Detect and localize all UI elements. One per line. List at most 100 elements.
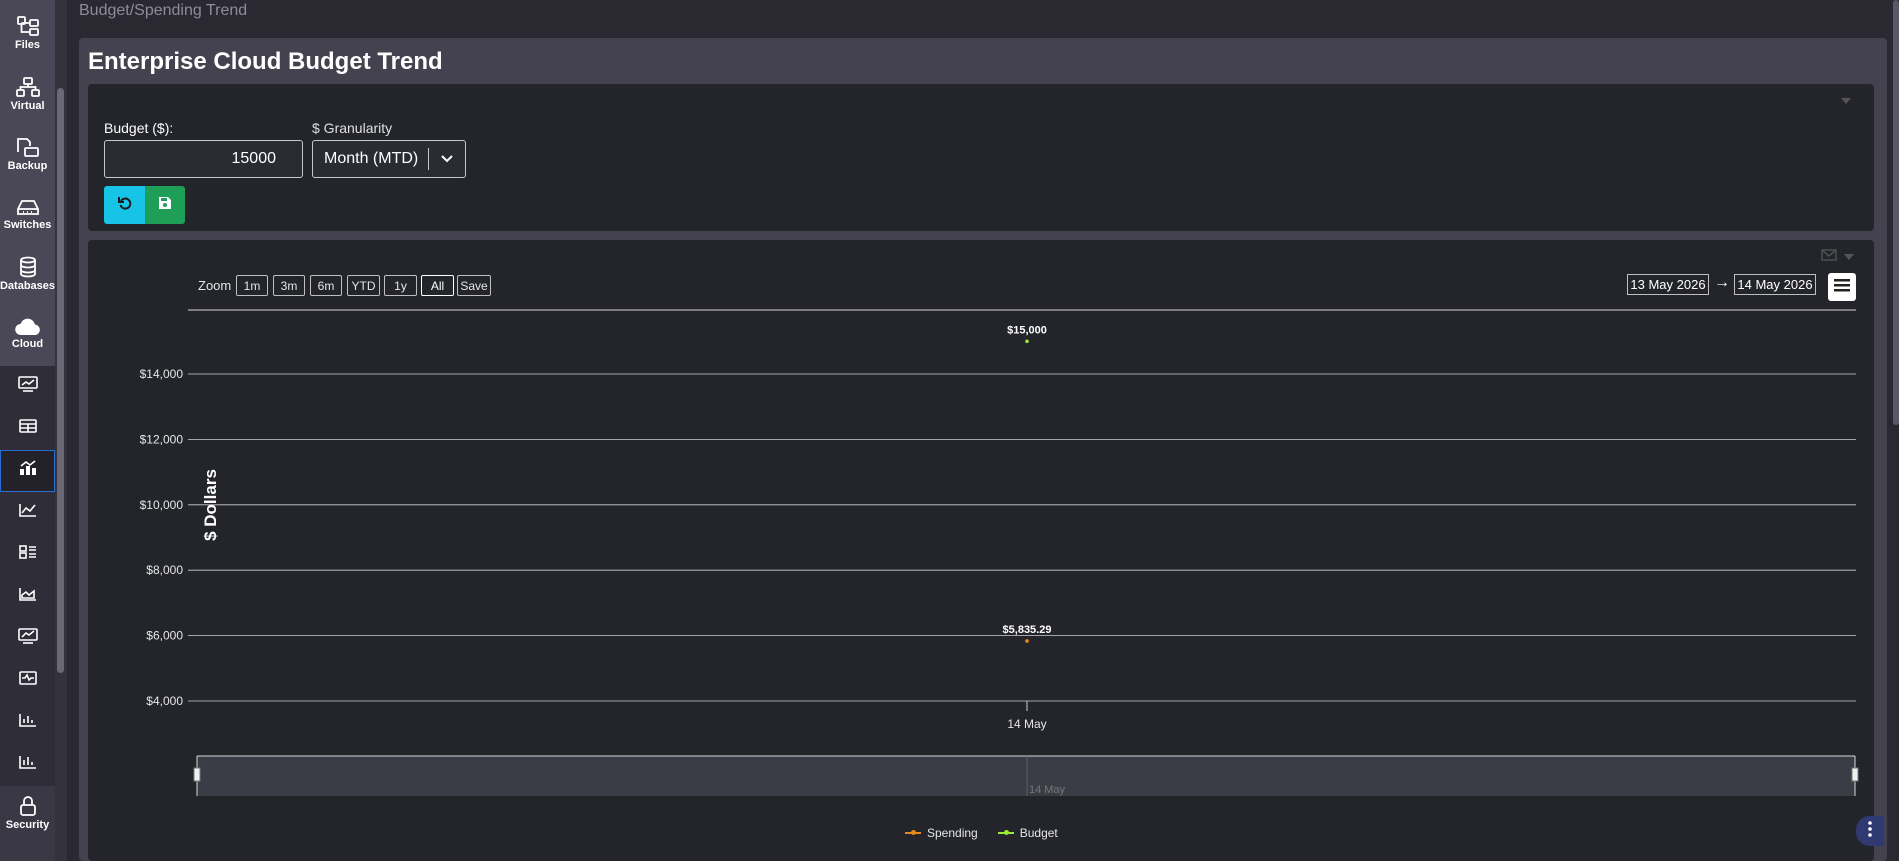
- backup-icon: [15, 136, 41, 158]
- y-tick-label: $10,000: [140, 498, 184, 512]
- sidebar-item-cloud[interactable]: Cloud: [0, 312, 55, 356]
- zoom-3m-button[interactable]: 3m: [273, 275, 305, 296]
- budget-input[interactable]: [104, 140, 303, 178]
- sidebar-sub-bar-chart[interactable]: [0, 702, 55, 744]
- zoom-1y-button[interactable]: 1y: [384, 275, 417, 296]
- more-options-button[interactable]: [1856, 816, 1884, 846]
- floppy-disk-icon: [158, 196, 172, 215]
- sidebar-sub-dashboard-grid[interactable]: [0, 534, 55, 576]
- area-chart-icon: [18, 586, 38, 607]
- network-icon: [15, 76, 41, 98]
- zoom-ytd-button[interactable]: YTD: [347, 275, 380, 296]
- zoom-6m-button[interactable]: 6m: [310, 275, 342, 296]
- navigator-x-label: 14 May: [1029, 784, 1066, 796]
- cloud-icon: [14, 318, 42, 336]
- granularity-label: $ Granularity: [312, 120, 393, 136]
- sidebar-item-backup[interactable]: Backup: [0, 132, 55, 176]
- page-title: Enterprise Cloud Budget Trend: [88, 48, 443, 75]
- x-tick-label: 14 May: [1007, 717, 1046, 731]
- data-point-spending[interactable]: [1025, 639, 1029, 643]
- collapse-caret-icon[interactable]: [1841, 98, 1851, 104]
- sidebar-sub-line-chart[interactable]: [0, 492, 55, 534]
- granularity-select[interactable]: Month (MTD): [312, 140, 466, 178]
- sidebar-item-virtual[interactable]: Virtual: [0, 72, 55, 116]
- navigator-window[interactable]: [197, 756, 1855, 796]
- y-tick-label: $6,000: [146, 629, 183, 643]
- sidebar-item-label: Switches: [3, 219, 52, 231]
- budget-trend-chart: $4,000$6,000$8,000$10,000$12,000$14,000 …: [140, 309, 1859, 796]
- database-icon: [17, 256, 39, 278]
- budget-label: Budget ($):: [104, 120, 174, 136]
- sidebar-sub-table[interactable]: [0, 408, 55, 450]
- data-point-budget[interactable]: [1025, 339, 1029, 344]
- sidebar-sub-area-chart[interactable]: [0, 576, 55, 618]
- navigator-left-handle[interactable]: [193, 767, 201, 782]
- sidebar: Files Virtual Backup Switches Databases …: [0, 0, 55, 861]
- date-from-input[interactable]: 13 May 2026: [1627, 274, 1709, 295]
- legend-symbol-spending: [905, 830, 921, 835]
- lock-icon: [18, 795, 38, 817]
- y-tick-label: $4,000: [146, 694, 183, 708]
- y-axis-ticks: $4,000 $6,000 $8,000 $10,000 $12,000 $14,000: [140, 367, 184, 708]
- sidebar-sub-bar-chart-alt[interactable]: [0, 744, 55, 786]
- sidebar-sub-money-trend[interactable]: [0, 366, 55, 408]
- breadcrumb: Budget/Spending Trend: [79, 2, 248, 19]
- chart-legend: Spending Budget: [905, 826, 1058, 840]
- chart-series: $5,835.29 $15,000: [1003, 324, 1051, 643]
- legend-item-spending[interactable]: Spending: [905, 826, 978, 840]
- sidebar-item-label: Databases: [0, 280, 56, 292]
- sidebar-item-label: Virtual: [10, 100, 45, 112]
- bar-chart-icon: [18, 712, 38, 733]
- legend-item-budget[interactable]: Budget: [997, 826, 1058, 840]
- sidebar-item-databases[interactable]: Databases: [0, 252, 55, 296]
- email-icon[interactable]: [1821, 248, 1837, 266]
- bar-chart-alt-icon: [18, 754, 38, 775]
- sidebar-item-files[interactable]: Files: [0, 10, 55, 56]
- sidebar-sub-monitor-wave[interactable]: [0, 660, 55, 702]
- sidebar-item-label: Cloud: [11, 338, 44, 350]
- grid-lines: [188, 309, 1856, 702]
- chart-menu-button[interactable]: [1828, 273, 1856, 301]
- sidebar-item-switches[interactable]: Switches: [0, 192, 55, 236]
- x-axis-ticks: 14 May: [1007, 701, 1047, 731]
- save-button[interactable]: [145, 186, 185, 224]
- sidebar-item-label: Backup: [7, 160, 48, 172]
- sidebar-item-security[interactable]: Security: [0, 790, 55, 836]
- data-label-budget: $15,000: [1007, 324, 1047, 336]
- zoom-label: Zoom: [198, 278, 232, 293]
- zoom-1m-button[interactable]: 1m: [236, 275, 268, 296]
- y-tick-label: $8,000: [146, 563, 183, 577]
- sidebar-scrollbar-thumb[interactable]: [57, 88, 64, 673]
- dashboard-grid-icon: [18, 544, 38, 565]
- y-axis-label: $ Dollars: [201, 469, 220, 541]
- legend-symbol-budget: [997, 830, 1014, 835]
- navigator-right-handle[interactable]: [1851, 767, 1859, 782]
- legend-label-spending: Spending: [927, 826, 978, 840]
- vertical-dots-icon: [1868, 820, 1872, 842]
- y-tick-label: $12,000: [140, 432, 184, 446]
- money-trend-icon: [17, 375, 39, 398]
- zoom-all-button[interactable]: All: [421, 275, 454, 296]
- monitor-wave-icon: [18, 670, 38, 691]
- line-chart-icon: [18, 502, 38, 523]
- range-navigator[interactable]: 14 May: [193, 755, 1859, 796]
- sidebar-sub-budget-chart[interactable]: [0, 450, 55, 492]
- zoom-save-button[interactable]: Save: [457, 275, 491, 296]
- collapse-caret-icon[interactable]: [1844, 254, 1854, 260]
- files-icon: [16, 15, 40, 37]
- legend-label-budget: Budget: [1019, 826, 1058, 840]
- y-tick-label: $14,000: [140, 367, 184, 381]
- budget-chart-icon: [18, 459, 38, 482]
- money-chart-icon: [17, 627, 39, 650]
- page-scrollbar-thumb[interactable]: [1893, 0, 1899, 425]
- reset-button[interactable]: [104, 186, 145, 224]
- sidebar-item-label: Security: [5, 819, 50, 831]
- date-to-input[interactable]: 14 May 2026: [1734, 274, 1816, 295]
- granularity-value: Month (MTD): [324, 150, 419, 167]
- chevron-down-icon[interactable]: [429, 155, 465, 163]
- table-icon: [18, 418, 38, 439]
- switch-icon: [15, 197, 41, 217]
- date-range-arrow: →: [1714, 274, 1730, 291]
- sidebar-sub-money-chart[interactable]: [0, 618, 55, 660]
- undo-icon: [117, 195, 133, 216]
